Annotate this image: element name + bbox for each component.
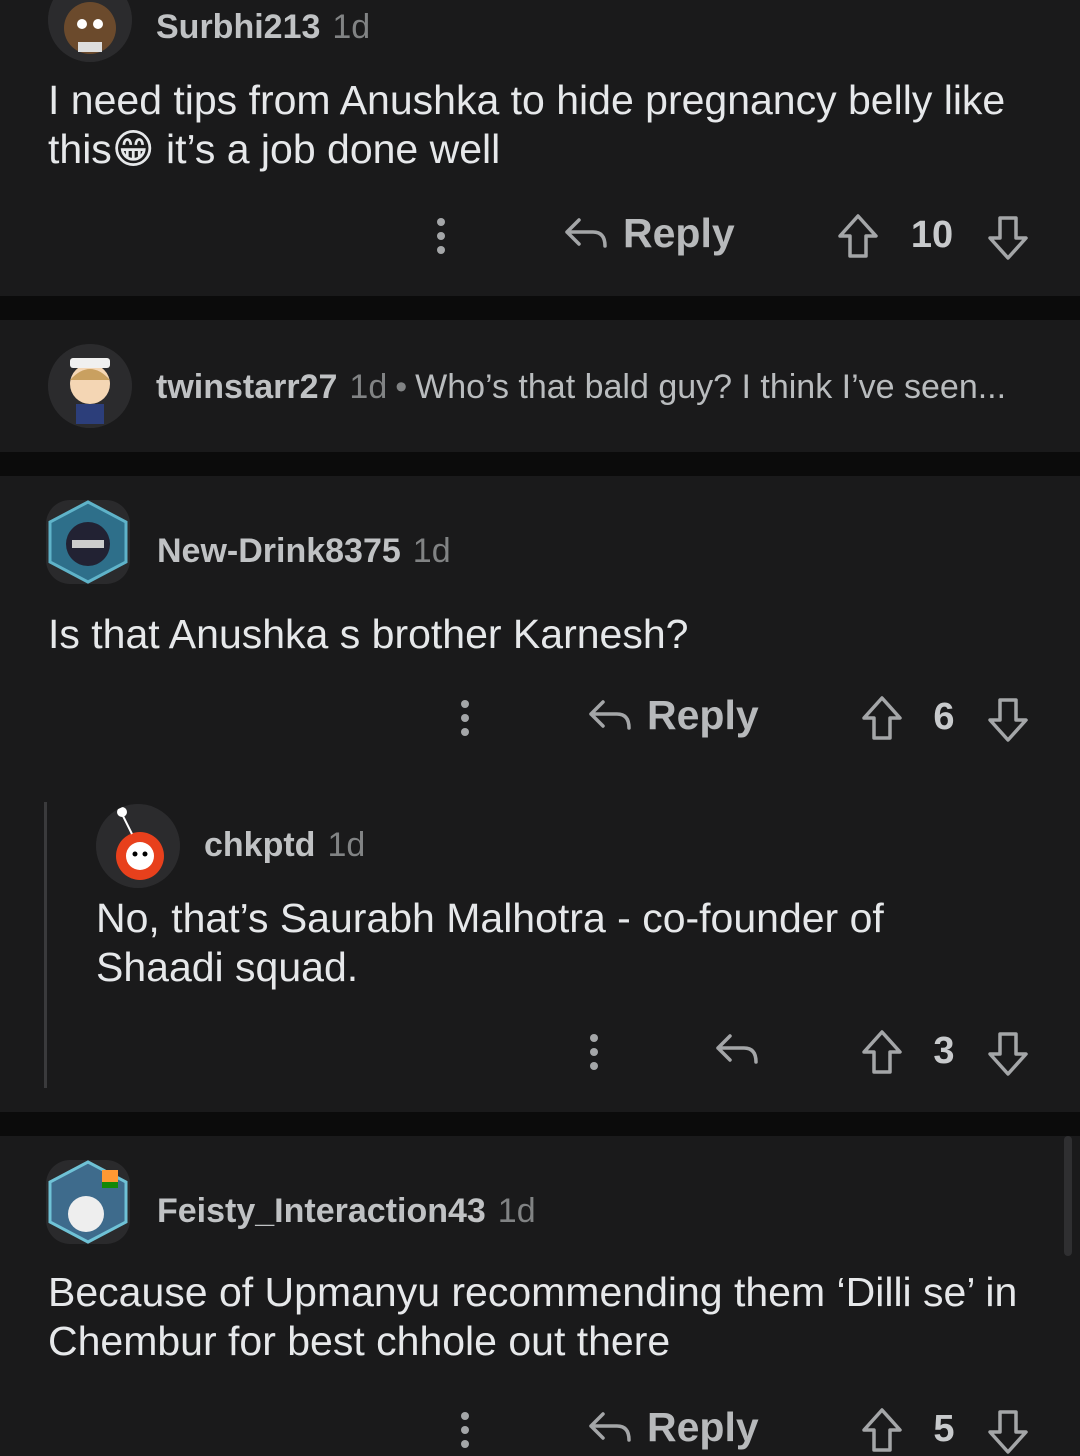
score: 5 bbox=[933, 1408, 955, 1450]
user-avatar[interactable] bbox=[48, 344, 132, 428]
upvote-icon bbox=[862, 1030, 902, 1074]
reply-arrow-icon bbox=[716, 1034, 758, 1064]
timestamp: 1d bbox=[327, 826, 366, 864]
grin-emoji-icon: 😁 bbox=[111, 126, 155, 172]
more-options-icon[interactable] bbox=[436, 218, 446, 260]
comment-meta: twinstarr27 1d • Who’s that bald guy? I thi… bbox=[156, 368, 1006, 407]
username[interactable]: chkptd bbox=[204, 826, 315, 864]
reply-label: Reply bbox=[647, 692, 759, 738]
upvote-button[interactable] bbox=[860, 694, 904, 742]
reply-label: Reply bbox=[647, 1404, 759, 1450]
username[interactable]: Feisty_Interaction43 bbox=[157, 1192, 486, 1230]
upvote-icon bbox=[838, 214, 878, 258]
downvote-icon bbox=[988, 1410, 1028, 1454]
downvote-button[interactable] bbox=[986, 696, 1030, 744]
reply-arrow-icon bbox=[589, 1411, 631, 1442]
separator-dot: • bbox=[395, 368, 408, 406]
timestamp: 1d bbox=[497, 1192, 536, 1230]
upvote-button[interactable] bbox=[860, 1028, 904, 1076]
upvote-button[interactable] bbox=[860, 1406, 904, 1454]
comment-text-line: it’s a job done well bbox=[154, 126, 501, 172]
comment-meta: New-Drink8375 1d bbox=[157, 532, 451, 571]
upvote-icon bbox=[862, 696, 902, 740]
reply-arrow-icon bbox=[565, 217, 607, 248]
reply-button[interactable]: Reply bbox=[587, 1404, 759, 1451]
comment-text: Is that Anushka s brother Karnesh? bbox=[48, 611, 689, 657]
downvote-button[interactable] bbox=[986, 214, 1030, 262]
username[interactable]: Surbhi213 bbox=[156, 8, 320, 46]
comment-meta: chkptd 1d bbox=[204, 826, 365, 865]
downvote-button[interactable] bbox=[986, 1408, 1030, 1456]
scrollbar[interactable] bbox=[1064, 1136, 1072, 1256]
score: 10 bbox=[910, 214, 954, 256]
reply-button[interactable]: Reply bbox=[587, 692, 759, 739]
comment-card: Surbhi213 1d I need tips from Anushka to … bbox=[0, 0, 1080, 296]
comment-card: Feisty_Interaction43 1d Because of Upmany… bbox=[0, 1136, 1080, 1456]
upvote-icon bbox=[862, 1408, 902, 1452]
timestamp: 1d bbox=[412, 532, 451, 570]
username[interactable]: New-Drink8375 bbox=[157, 532, 401, 570]
comment-meta: Surbhi213 1d bbox=[156, 8, 370, 47]
score: 3 bbox=[933, 1030, 955, 1072]
more-options-icon[interactable] bbox=[460, 1412, 470, 1454]
reply-label: Reply bbox=[623, 210, 735, 256]
timestamp: 1d bbox=[332, 8, 371, 46]
upvote-button[interactable] bbox=[836, 212, 880, 260]
reply-arrow-icon bbox=[589, 699, 631, 730]
downvote-icon bbox=[988, 698, 1028, 742]
comment-text: I need tips from Anushka to hide pregnan… bbox=[48, 76, 1048, 174]
score: 6 bbox=[933, 696, 955, 738]
downvote-button[interactable] bbox=[986, 1030, 1030, 1078]
downvote-icon bbox=[988, 216, 1028, 260]
comment-text: No, that’s Saurabh Malhotra - co-founder… bbox=[96, 895, 884, 990]
reply-button[interactable] bbox=[714, 1030, 760, 1070]
comment-text-line: this bbox=[48, 126, 112, 172]
comment-card: New-Drink8375 1d Is that Anushka s brothe… bbox=[0, 476, 1080, 1112]
username[interactable]: twinstarr27 bbox=[156, 368, 337, 406]
more-options-icon[interactable] bbox=[589, 1034, 599, 1076]
user-avatar[interactable] bbox=[46, 500, 130, 584]
more-options-icon[interactable] bbox=[460, 700, 470, 742]
comment-text-line: I need tips from Anushka to hide pregnan… bbox=[48, 77, 1006, 123]
user-avatar[interactable] bbox=[46, 1160, 130, 1244]
timestamp: 1d bbox=[349, 368, 388, 406]
thread-line[interactable] bbox=[44, 802, 47, 1088]
comment-text: Because of Upmanyu recommending them ‘Di… bbox=[48, 1269, 1018, 1364]
comment-meta: Feisty_Interaction43 1d bbox=[157, 1192, 536, 1231]
user-avatar[interactable] bbox=[48, 0, 132, 62]
user-avatar[interactable] bbox=[96, 804, 180, 888]
downvote-icon bbox=[988, 1032, 1028, 1076]
reply-button[interactable]: Reply bbox=[563, 210, 735, 257]
collapsed-preview: Who’s that bald guy? I think I’ve seen..… bbox=[415, 368, 1007, 406]
collapsed-comment-card[interactable]: twinstarr27 1d • Who’s that bald guy? I thi… bbox=[0, 320, 1080, 452]
